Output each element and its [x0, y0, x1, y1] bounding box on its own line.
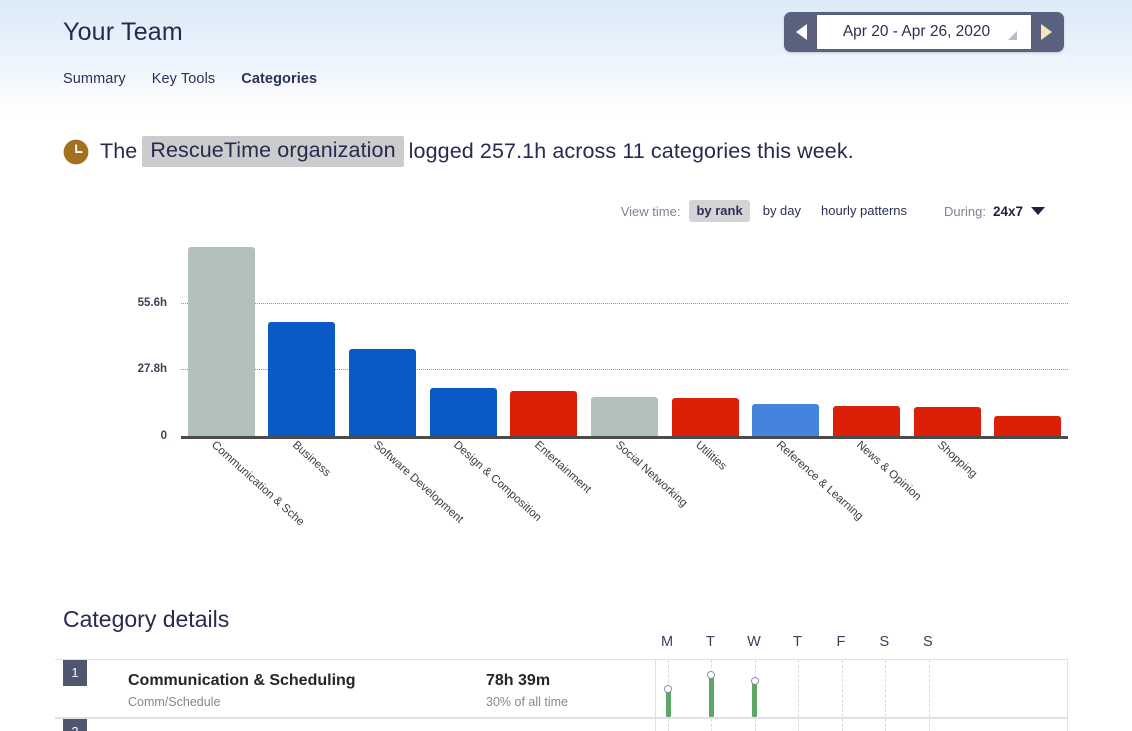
- sparkline-gridline: [841, 660, 843, 717]
- y-axis: 0 27.8h 55.6h: [63, 236, 167, 442]
- page-root: Your Team Summary Key Tools Categories A…: [0, 0, 1132, 731]
- during-value[interactable]: 24x7: [993, 204, 1023, 219]
- resize-corner-icon: [1008, 31, 1017, 40]
- chart-bar[interactable]: [187, 247, 255, 436]
- chart-bar[interactable]: [994, 415, 1062, 436]
- sparkline-gridline: [711, 719, 713, 731]
- headline-suffix: logged 257.1h across 11 categories this …: [408, 139, 854, 163]
- headline-prefix: The: [100, 139, 138, 163]
- date-range-picker: Apr 20 - Apr 26, 2020: [784, 12, 1064, 52]
- view-option-by-rank[interactable]: by rank: [689, 200, 750, 222]
- daily-sparkline: [655, 719, 1068, 731]
- chevron-right-icon: [1041, 24, 1052, 40]
- day-header-6: S: [922, 634, 933, 650]
- headline-org-chip: RescueTime organization: [142, 136, 404, 167]
- sparkline-gridline: [798, 719, 800, 731]
- chart-bar[interactable]: [913, 406, 981, 436]
- sparkline-gridline: [928, 660, 930, 717]
- daily-sparkline: [655, 660, 1068, 717]
- next-week-button[interactable]: [1031, 15, 1061, 49]
- sparkline-gridline: [754, 719, 756, 731]
- category-percent: 30% of all time: [486, 695, 568, 709]
- chart-bar[interactable]: [510, 391, 578, 436]
- chart-bar[interactable]: [591, 396, 658, 436]
- x-axis-label: Software Development: [370, 439, 466, 526]
- rank-badge: 1: [63, 660, 87, 686]
- x-axis-label: Shopping: [935, 439, 980, 481]
- sparkline-bar[interactable]: [665, 689, 671, 717]
- category-details-title: Category details: [63, 606, 230, 632]
- x-axis-label: Business: [289, 439, 333, 480]
- chevron-down-icon[interactable]: [1031, 207, 1045, 215]
- table-row[interactable]: 1 Communication & Scheduling Comm/Schedu…: [55, 659, 1068, 718]
- day-header-2: W: [747, 634, 761, 650]
- x-axis-label: Utilities: [693, 439, 729, 473]
- sparkline-gridline: [841, 719, 843, 731]
- clock-icon: [63, 139, 89, 164]
- sparkline-gridline: [885, 719, 887, 731]
- table-row[interactable]: 2: [55, 718, 1068, 731]
- view-option-by-day[interactable]: by day: [756, 200, 808, 222]
- chart-bar[interactable]: [349, 348, 417, 436]
- during-label: During:: [944, 203, 986, 219]
- previous-week-button[interactable]: [787, 15, 817, 49]
- view-time-label: View time:: [620, 203, 681, 219]
- y-axis-tick: 27.8h: [137, 363, 167, 376]
- day-header-0: M: [660, 634, 674, 650]
- x-axis-label: Design & Composition: [451, 439, 544, 525]
- view-option-hourly-patterns[interactable]: hourly patterns: [814, 200, 914, 222]
- date-range-field[interactable]: Apr 20 - Apr 26, 2020: [817, 15, 1031, 49]
- y-axis-tick: 0: [160, 430, 167, 442]
- x-axis-label: Reference & Learning: [773, 439, 865, 523]
- chart-bar[interactable]: [832, 405, 900, 436]
- category-bar-chart: 0 27.8h 55.6h Communication & Sche Business…: [63, 236, 1068, 546]
- x-axis-label: Entertainment: [531, 439, 594, 496]
- sparkline-gridline: [885, 660, 887, 717]
- day-header-3: T: [792, 634, 802, 650]
- x-axis-label: Social Networking: [612, 439, 689, 510]
- chart-plot-area: [181, 236, 1068, 436]
- sparkline-bar[interactable]: [708, 675, 714, 717]
- tab-bar: Summary Key Tools Categories: [63, 71, 317, 87]
- chart-bar[interactable]: [268, 321, 336, 436]
- x-axis-label: News & Opinion: [854, 439, 924, 504]
- day-header-4: F: [836, 634, 846, 650]
- category-time: 78h 39m: [486, 672, 551, 689]
- category-subtitle: Comm/Schedule: [128, 695, 221, 709]
- tab-summary[interactable]: Summary: [63, 71, 126, 87]
- rank-badge: 2: [63, 719, 87, 731]
- chart-bar[interactable]: [429, 387, 497, 436]
- chevron-left-icon: [796, 24, 807, 40]
- chart-bar[interactable]: [671, 397, 739, 436]
- sparkline-gridline: [928, 719, 930, 731]
- tab-key-tools[interactable]: Key Tools: [152, 71, 216, 87]
- sparkline-marker: [750, 677, 759, 686]
- day-header-5: S: [879, 634, 890, 650]
- x-axis-label: Communication & Sche: [209, 439, 307, 529]
- chart-bar[interactable]: [752, 404, 820, 436]
- sparkline-marker: [707, 671, 716, 680]
- sparkline-bar[interactable]: [752, 681, 758, 717]
- category-details-table: 1 Communication & Scheduling Comm/Schedu…: [55, 659, 1068, 731]
- tab-categories[interactable]: Categories: [241, 71, 317, 87]
- sparkline-marker: [664, 685, 672, 694]
- headline: The RescueTime organization logged 257.1…: [63, 136, 854, 167]
- category-name: Communication & Scheduling: [128, 672, 356, 689]
- day-header-1: T: [706, 634, 715, 650]
- x-axis-labels: Communication & Sche Business Software Dev…: [181, 439, 1068, 539]
- sparkline-gridline: [798, 660, 800, 717]
- day-of-week-header: MTWTFSS: [655, 634, 1068, 654]
- page-title: Your Team: [63, 18, 183, 46]
- sparkline-gridline: [668, 719, 669, 731]
- y-axis-tick: 55.6h: [137, 296, 167, 309]
- date-range-value: Apr 20 - Apr 26, 2020: [842, 23, 991, 40]
- chart-controls: View time: by rank by day hourly pattern…: [621, 200, 1045, 222]
